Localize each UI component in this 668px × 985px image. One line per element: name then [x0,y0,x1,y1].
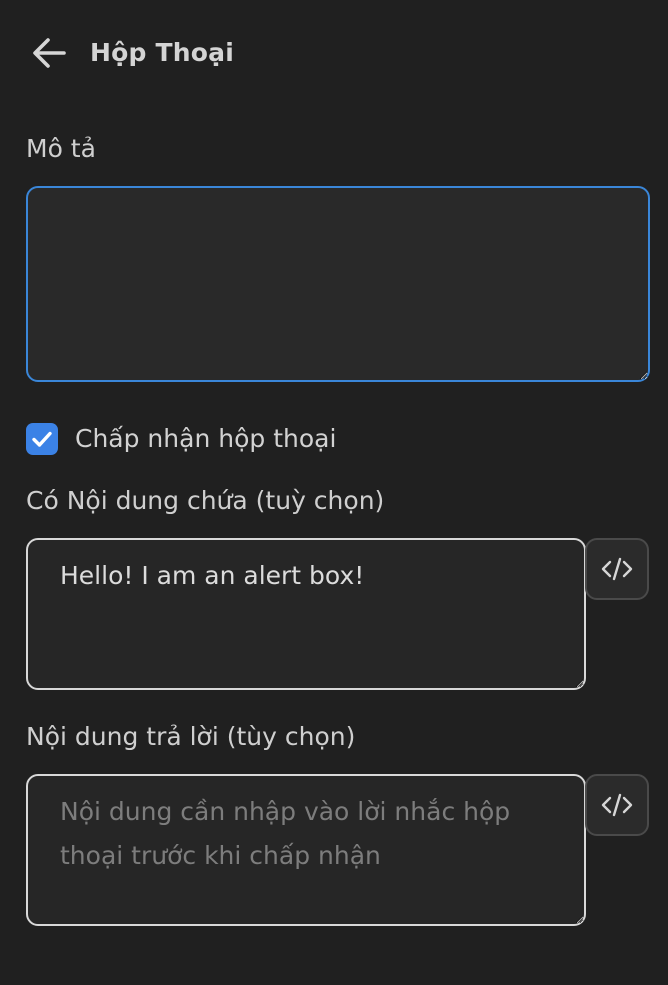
reply-textarea[interactable] [26,774,586,926]
arrow-left-icon [33,38,66,68]
code-icon [601,793,633,817]
content-code-button[interactable] [585,538,649,600]
reply-label: Nội dung trả lời (tùy chọn) [26,722,356,751]
header: Hộp Thoại [0,0,668,106]
description-label: Mô tả [26,134,96,163]
page-title: Hộp Thoại [90,38,234,67]
accept-dialog-label: Chấp nhận hộp thoại [75,424,337,453]
accept-dialog-checkbox-row[interactable]: Chấp nhận hộp thoại [26,422,336,456]
accept-dialog-checkbox[interactable] [26,423,58,455]
back-button[interactable] [26,32,72,74]
code-icon [601,557,633,581]
content-textarea[interactable]: Hello! I am an alert box! [26,538,586,690]
checkmark-icon [32,431,52,447]
description-textarea[interactable] [26,186,650,382]
content-label: Có Nội dung chứa (tuỳ chọn) [26,486,385,515]
reply-code-button[interactable] [585,774,649,836]
